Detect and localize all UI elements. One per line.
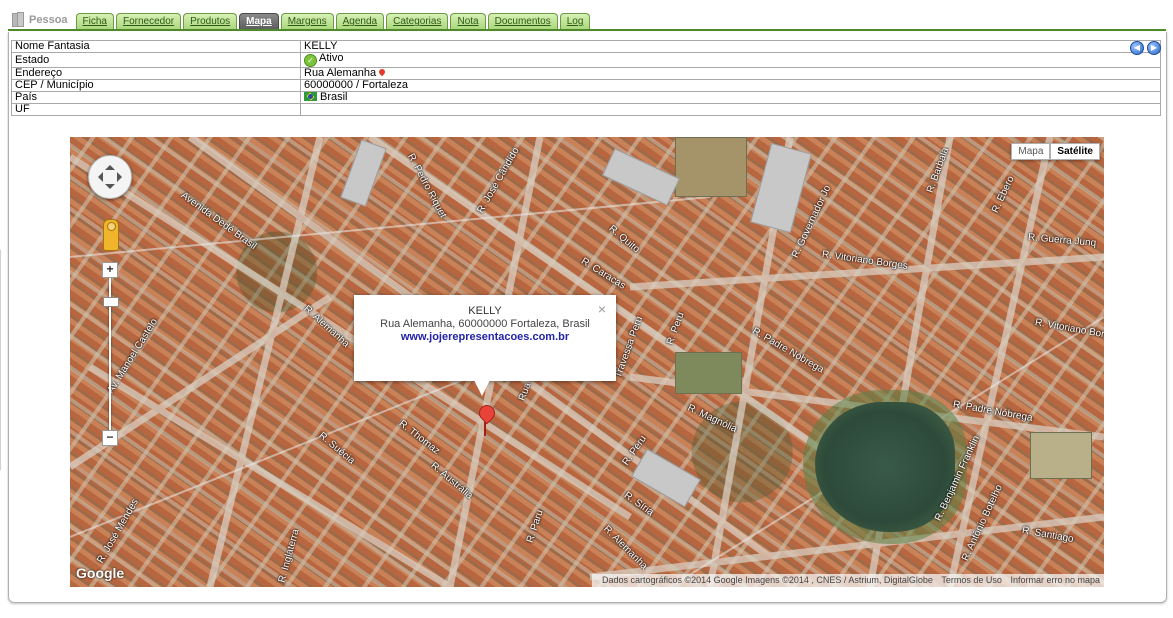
pan-right-icon[interactable] bbox=[117, 172, 127, 182]
field bbox=[675, 352, 742, 394]
status-check-icon: ✓ bbox=[304, 54, 317, 67]
tab-fornecedor[interactable]: Fornecedor bbox=[115, 13, 182, 30]
nome-fantasia-value: KELLY bbox=[300, 40, 1161, 53]
tab-produtos[interactable]: Produtos bbox=[183, 13, 238, 30]
pan-up-icon[interactable] bbox=[105, 160, 115, 170]
street-view-pegman-icon[interactable] bbox=[103, 219, 119, 251]
info-window-address: Rua Alemanha, 60000000 Fortaleza, Brasil bbox=[380, 318, 590, 330]
tab-documentos[interactable]: Documentos bbox=[487, 13, 558, 30]
report-error-link[interactable]: Informar erro no mapa bbox=[1010, 575, 1100, 585]
table-row: Endereço Rua Alemanha bbox=[11, 67, 1161, 80]
app-label: Pessoa bbox=[12, 10, 68, 30]
row-label: CEP / Município bbox=[11, 79, 301, 92]
field bbox=[1030, 432, 1092, 479]
close-icon[interactable]: × bbox=[598, 301, 606, 317]
map-attribution: Dados cartográficos ©2014 Google Imagens… bbox=[591, 574, 1104, 587]
location-marker-tail bbox=[484, 422, 486, 436]
tab-mapa[interactable]: Mapa bbox=[239, 13, 279, 30]
endereco-cell: Rua Alemanha bbox=[300, 67, 1161, 80]
pais-value: Brasil bbox=[320, 91, 348, 103]
map-pin-icon[interactable] bbox=[377, 67, 387, 77]
tab-log[interactable]: Log bbox=[559, 13, 591, 30]
row-label: Endereço bbox=[11, 67, 301, 80]
previous-record-icon[interactable]: ◀ bbox=[1130, 41, 1144, 55]
row-label: País bbox=[11, 91, 301, 104]
zoom-slider-handle[interactable] bbox=[103, 297, 119, 307]
map-view[interactable]: Avenida Dedé Brasil R. Pedro Riquet R. J… bbox=[70, 137, 1104, 587]
tab-categorias[interactable]: Categorias bbox=[386, 13, 449, 30]
left-edge bbox=[0, 250, 4, 470]
field bbox=[675, 137, 747, 197]
website-link[interactable]: www.jojerepresentacoes.com.br bbox=[354, 331, 616, 343]
tab-bar: Pessoa Ficha Fornecedor Produtos Mapa Ma… bbox=[12, 10, 592, 30]
pan-down-icon[interactable] bbox=[105, 184, 115, 194]
estado-value: Ativo bbox=[319, 52, 344, 64]
tab-margens[interactable]: Margens bbox=[280, 13, 334, 30]
zoom-in-button[interactable]: + bbox=[102, 262, 118, 278]
next-record-icon[interactable]: ▶ bbox=[1147, 41, 1161, 55]
zoom-out-button[interactable]: − bbox=[102, 430, 118, 446]
table-row: Estado ✓ Ativo bbox=[11, 52, 1161, 68]
terms-link[interactable]: Termos de Uso bbox=[941, 575, 1002, 585]
tab-underline bbox=[8, 29, 1166, 31]
row-label: Nome Fantasia bbox=[11, 40, 301, 53]
pais-cell: Brasil bbox=[300, 91, 1161, 104]
record-nav: ◀ ▶ bbox=[1130, 41, 1161, 55]
row-label: Estado bbox=[11, 52, 301, 68]
attribution-data: Dados cartográficos ©2014 Google Imagens… bbox=[601, 575, 933, 585]
table-row: UF bbox=[11, 103, 1161, 116]
pan-left-icon[interactable] bbox=[93, 172, 103, 182]
pessoa-icon bbox=[12, 12, 26, 27]
tab-ficha[interactable]: Ficha bbox=[75, 13, 114, 30]
page: Pessoa Ficha Fornecedor Produtos Mapa Ma… bbox=[0, 0, 1173, 618]
estado-cell: ✓ Ativo bbox=[300, 52, 1161, 68]
app-label-text: Pessoa bbox=[29, 14, 68, 26]
google-logo: Google bbox=[76, 565, 125, 581]
info-window: × KELLY Rua Alemanha, 60000000 Fortaleza… bbox=[354, 295, 616, 396]
brazil-flag-icon bbox=[304, 92, 317, 101]
uf-value bbox=[300, 103, 1161, 116]
map-type-satellite-button[interactable]: Satélite bbox=[1050, 143, 1100, 160]
lake bbox=[815, 402, 955, 532]
map-type-control: Mapa Satélite bbox=[1011, 143, 1100, 160]
table-row: CEP / Município 60000000 / Fortaleza bbox=[11, 79, 1161, 92]
map-type-mapa-button[interactable]: Mapa bbox=[1011, 143, 1051, 160]
tab-nota[interactable]: Nota bbox=[450, 13, 486, 30]
cep-municipio-value: 60000000 / Fortaleza bbox=[300, 79, 1161, 92]
tab-agenda[interactable]: Agenda bbox=[335, 13, 385, 30]
pan-control[interactable] bbox=[88, 155, 132, 199]
row-label: UF bbox=[11, 103, 301, 116]
info-table: Nome Fantasia KELLY Estado ✓ Ativo Endere… bbox=[11, 40, 1161, 116]
endereco-value: Rua Alemanha bbox=[304, 67, 377, 79]
table-row: Nome Fantasia KELLY bbox=[11, 40, 1161, 53]
info-window-title: KELLY bbox=[468, 305, 502, 317]
table-row: País Brasil bbox=[11, 91, 1161, 104]
